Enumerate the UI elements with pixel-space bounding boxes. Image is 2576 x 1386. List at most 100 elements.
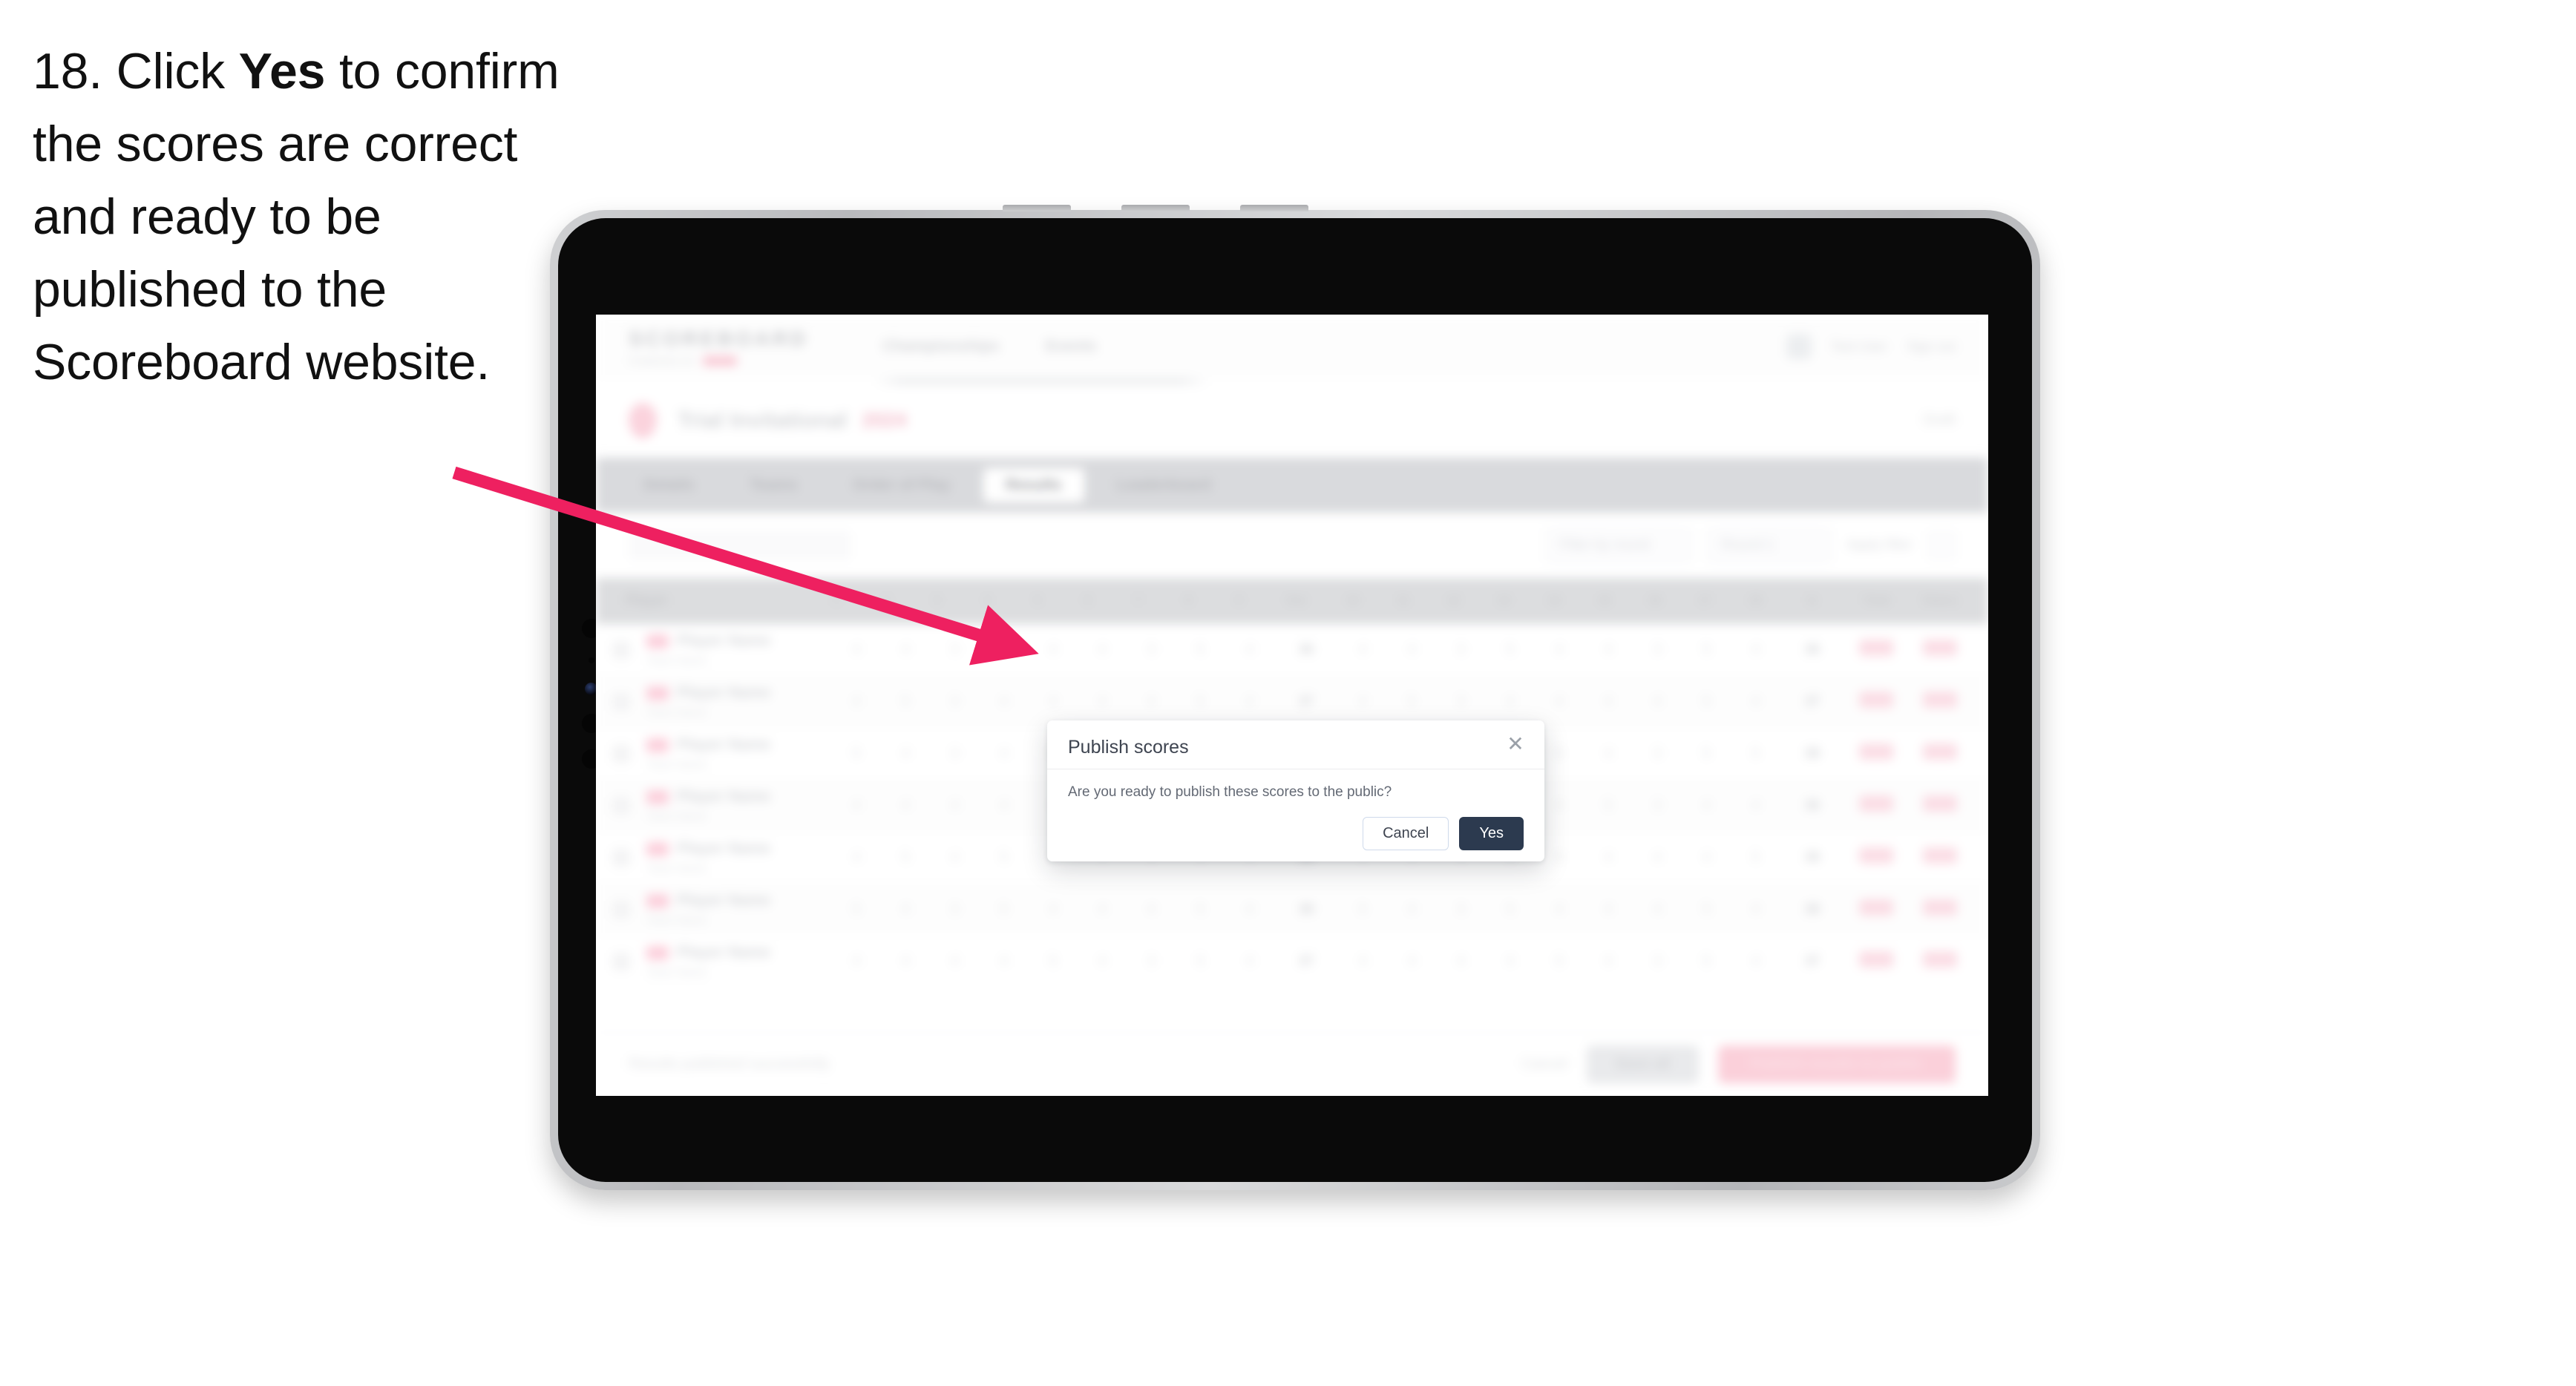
score-cell[interactable]: 4 (1584, 953, 1633, 969)
row-checkbox[interactable] (612, 640, 646, 659)
score-cell[interactable]: 5 (1029, 953, 1078, 969)
score-cell[interactable]: 5 (1682, 642, 1731, 657)
avatar[interactable] (1786, 334, 1812, 359)
score-cell[interactable]: 4 (1225, 901, 1274, 917)
score-cell[interactable]: 4 (930, 798, 979, 813)
score-cell[interactable]: 4 (1338, 642, 1387, 657)
score-cell[interactable]: 4 (1633, 901, 1682, 917)
score-cell[interactable]: 4 (1486, 694, 1535, 709)
score-cell[interactable]: 3 (1633, 746, 1682, 761)
sign-out-link[interactable]: Sign out (1907, 339, 1956, 355)
score-cell[interactable]: 4 (1338, 953, 1387, 969)
score-cell[interactable]: 4 (1225, 953, 1274, 969)
score-cell[interactable]: 5 (1176, 694, 1225, 709)
score-cell[interactable]: 3 (930, 901, 979, 917)
score-cell[interactable]: 5 (1338, 901, 1387, 917)
table-row[interactable]: Player Name Team Name 4 4 3 5 4 4 3 5 4 36 4 4 3 5 4 4 3 5 4… (596, 624, 1988, 676)
score-cell[interactable]: 4 (832, 798, 881, 813)
score-cell[interactable]: 4 (930, 953, 979, 969)
score-cell[interactable]: 4 (832, 953, 881, 969)
score-cell[interactable]: 4 (1633, 694, 1682, 709)
row-checkbox[interactable] (612, 900, 646, 919)
score-cell[interactable]: 5 (832, 746, 881, 761)
table-row[interactable]: Player Name Team Name 5 4 3 5 4 4 4 5 4 38 5 4 3 5 4 4 4 5 4… (596, 884, 1988, 936)
score-cell[interactable]: 5 (1731, 850, 1780, 865)
table-row[interactable]: Player Name Team Name 4 4 4 4 5 4 3 5 4 37 4 4 4 4 5 4 3 5 4… (596, 936, 1988, 988)
tab-order-of-play[interactable]: Order of Play (830, 468, 973, 502)
filter-round-label[interactable]: Filter by round (1545, 528, 1693, 563)
tab-teams[interactable]: Teams (727, 468, 820, 502)
yes-button[interactable]: Yes (1459, 817, 1524, 850)
score-cell[interactable]: 5 (1731, 746, 1780, 761)
score-cell[interactable]: 4 (881, 901, 930, 917)
score-cell[interactable]: 4 (930, 850, 979, 865)
score-cell[interactable]: 4 (1731, 953, 1780, 969)
score-cell[interactable]: 4 (1682, 798, 1731, 813)
score-cell[interactable]: 4 (980, 746, 1029, 761)
score-cell[interactable]: 4 (1078, 953, 1127, 969)
score-cell[interactable]: 4 (881, 953, 930, 969)
row-checkbox[interactable] (612, 692, 646, 711)
score-cell[interactable]: 4 (1338, 694, 1387, 709)
score-cell[interactable]: 4 (1436, 953, 1485, 969)
score-cell[interactable]: 3 (1127, 642, 1176, 657)
score-cell[interactable]: 4 (1584, 642, 1633, 657)
nav-item-events[interactable]: Events (1046, 338, 1097, 355)
score-cell[interactable]: 5 (1176, 953, 1225, 969)
score-cell[interactable]: 4 (1486, 953, 1535, 969)
footer-cancel-link[interactable]: Cancel (1521, 1056, 1567, 1073)
row-checkbox[interactable] (612, 744, 646, 763)
cancel-button[interactable]: Cancel (1363, 817, 1449, 850)
score-cell[interactable]: 4 (1127, 694, 1176, 709)
score-cell[interactable]: 5 (832, 901, 881, 917)
footer-save-button[interactable]: Save all (1587, 1045, 1699, 1083)
score-cell[interactable]: 3 (1436, 694, 1485, 709)
score-cell[interactable]: 5 (1387, 694, 1436, 709)
score-cell[interactable]: 5 (1486, 901, 1535, 917)
score-cell[interactable]: 4 (1584, 694, 1633, 709)
filter-round-select[interactable]: Round 1 (1707, 528, 1832, 563)
score-cell[interactable]: 3 (930, 746, 979, 761)
nav-item-championships[interactable]: Championships (882, 338, 1000, 355)
score-cell[interactable]: 3 (1127, 953, 1176, 969)
score-cell[interactable]: 4 (1731, 642, 1780, 657)
score-cell[interactable]: 5 (1682, 694, 1731, 709)
score-cell[interactable]: 5 (1535, 953, 1584, 969)
score-cell[interactable]: 3 (1436, 901, 1485, 917)
score-cell[interactable]: 4 (1225, 694, 1274, 709)
score-cell[interactable]: 4 (1225, 642, 1274, 657)
score-cell[interactable]: 4 (1127, 901, 1176, 917)
score-cell[interactable]: 4 (881, 642, 930, 657)
score-cell[interactable]: 3 (930, 694, 979, 709)
score-cell[interactable]: 4 (1387, 901, 1436, 917)
footer-publish-button[interactable]: Publish results to public (1717, 1045, 1956, 1083)
score-cell[interactable]: 4 (881, 746, 930, 761)
tab-leaderboard[interactable]: Leaderboard (1095, 468, 1233, 502)
row-checkbox[interactable] (612, 796, 646, 815)
score-cell[interactable]: 4 (1387, 953, 1436, 969)
score-cell[interactable]: 3 (1436, 642, 1485, 657)
score-cell[interactable]: 5 (1682, 901, 1731, 917)
score-cell[interactable]: 4 (1387, 642, 1436, 657)
row-checkbox[interactable] (612, 952, 646, 970)
score-cell[interactable]: 3 (1633, 642, 1682, 657)
tab-results[interactable]: Results (983, 468, 1084, 502)
score-cell[interactable]: 5 (1176, 901, 1225, 917)
score-cell[interactable]: 4 (1029, 642, 1078, 657)
score-cell[interactable]: 5 (980, 642, 1029, 657)
score-cell[interactable]: 3 (1633, 953, 1682, 969)
score-cell[interactable]: 4 (1682, 850, 1731, 865)
app-logo[interactable]: SCOREBOARD POWERED BY (629, 327, 808, 367)
score-cell[interactable]: 5 (1176, 642, 1225, 657)
score-cell[interactable]: 4 (832, 694, 881, 709)
score-cell[interactable]: 5 (881, 850, 930, 865)
row-checkbox[interactable] (612, 848, 646, 867)
score-cell[interactable]: 5 (1682, 953, 1731, 969)
score-cell[interactable]: 4 (1731, 901, 1780, 917)
score-cell[interactable]: 4 (1029, 694, 1078, 709)
score-cell[interactable]: 4 (1029, 901, 1078, 917)
tab-details[interactable]: Details (621, 468, 717, 502)
score-cell[interactable]: 5 (881, 694, 930, 709)
score-cell[interactable]: 4 (832, 642, 881, 657)
score-cell[interactable]: 4 (1584, 901, 1633, 917)
